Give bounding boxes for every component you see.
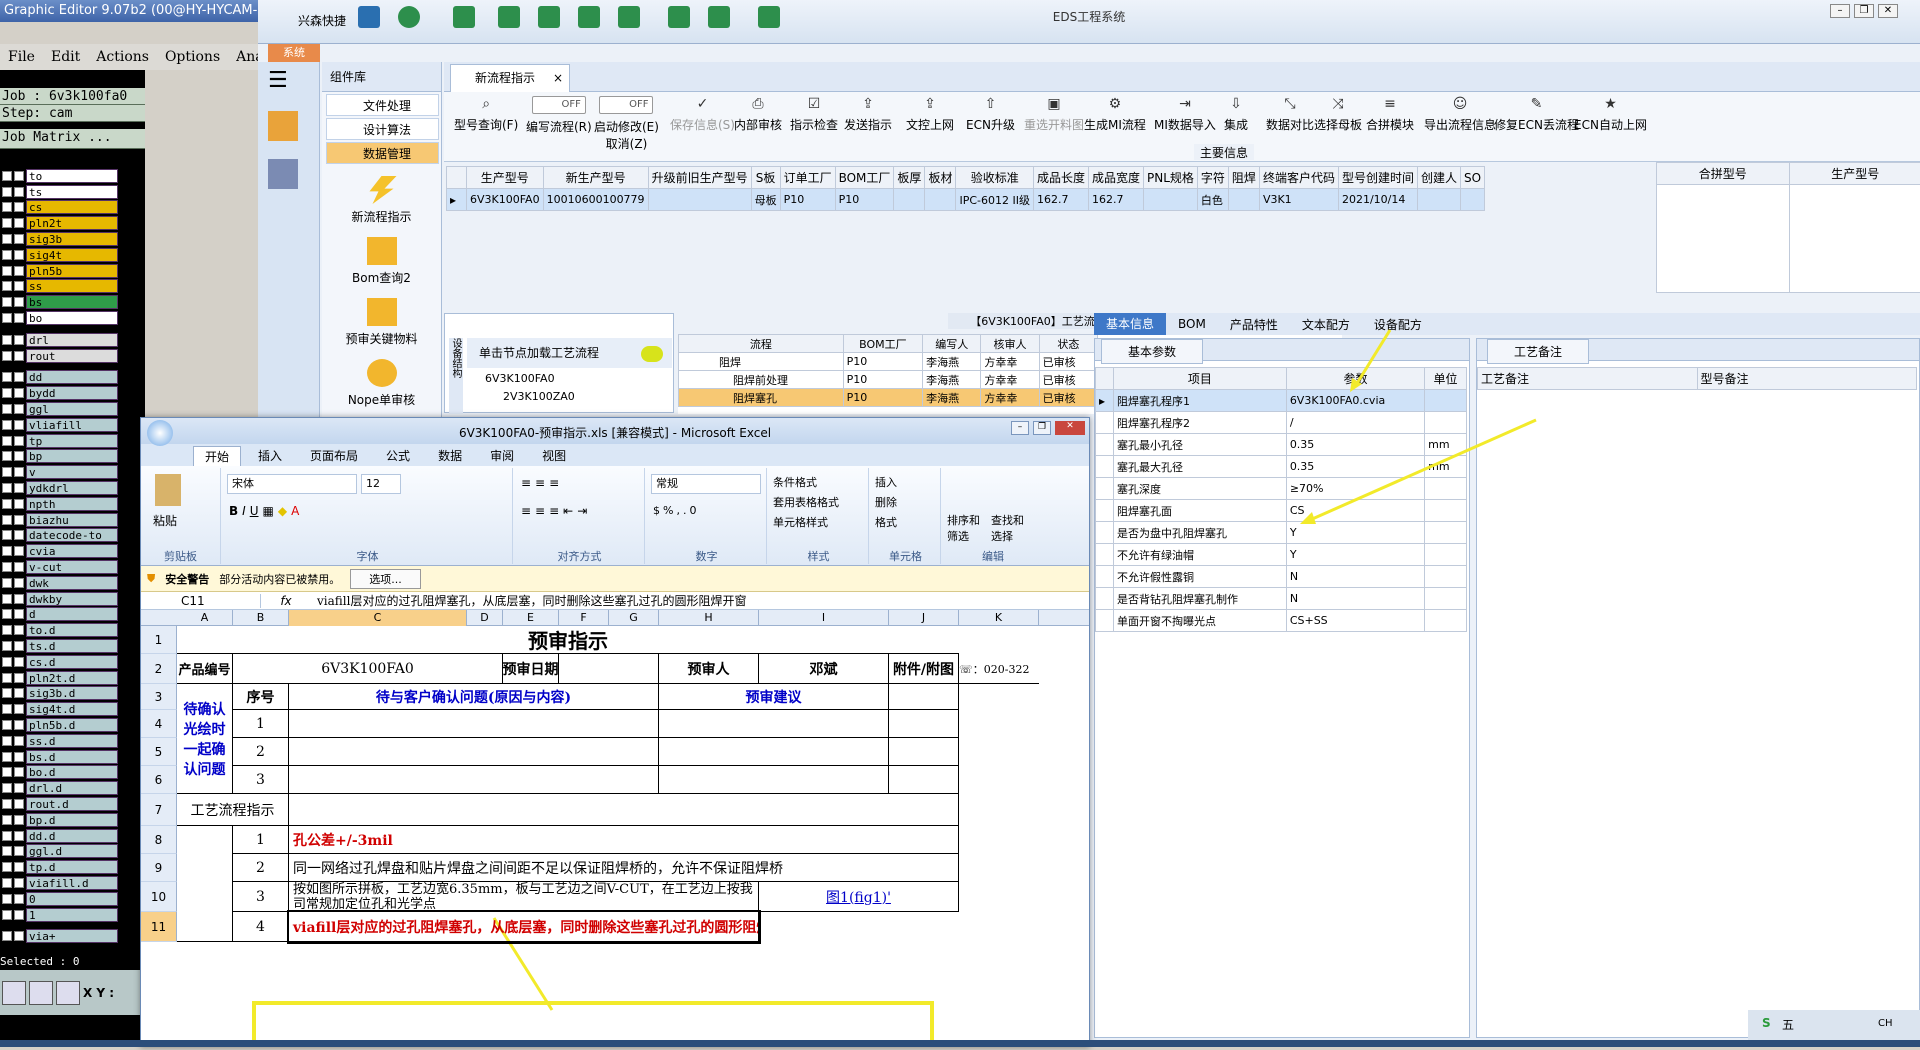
ime-logo-icon[interactable]: S <box>1762 1016 1771 1030</box>
annotation-overlay <box>252 329 1537 1045</box>
taskbar <box>0 1040 1920 1047</box>
ime-mode[interactable]: 五 <box>1782 1016 1794 1033</box>
language-indicator[interactable]: CH <box>1878 1018 1893 1029</box>
flow-line-4[interactable]: viafill层对应的过孔阻焊塞孔，从底层塞，同时删除这些塞孔过孔的圆形阻焊开窗 <box>287 910 761 944</box>
system-tray: S 五 CH <box>1748 1010 1920 1040</box>
